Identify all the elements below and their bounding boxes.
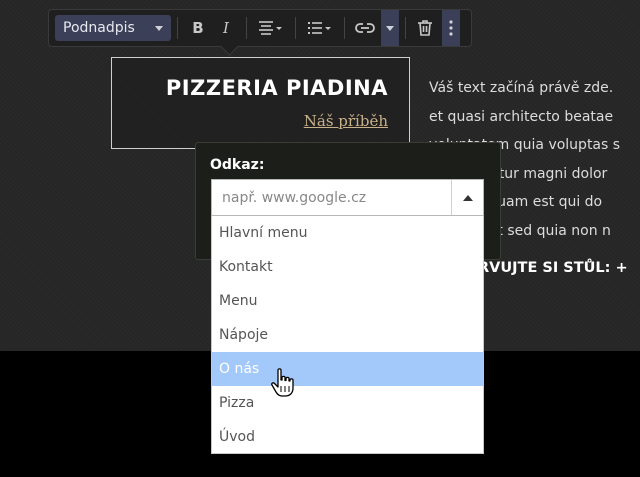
dropdown-item-o-nas[interactable]: O nás — [212, 352, 483, 386]
link-dropdown-list: Hlavní menu Kontakt Menu Nápoje O nás Pi… — [211, 216, 484, 454]
toolbar-divider — [246, 17, 247, 39]
toolbar-divider — [344, 17, 345, 39]
formatting-toolbar: Podnadpis B I — [48, 9, 472, 47]
list-button[interactable] — [302, 15, 338, 41]
delete-button[interactable] — [412, 15, 438, 41]
chevron-down-icon — [155, 25, 163, 31]
trash-icon — [418, 20, 432, 36]
dropdown-item-menu[interactable]: Menu — [212, 284, 483, 318]
toolbar-divider — [405, 17, 406, 39]
body-line: et quasi architecto beatae — [429, 108, 614, 125]
style-select-value: Podnadpis — [63, 20, 135, 36]
hand-cursor-icon — [271, 368, 294, 397]
list-icon — [308, 22, 331, 34]
style-select[interactable]: Podnadpis — [55, 15, 171, 41]
dropdown-toggle[interactable] — [451, 180, 483, 215]
reservation-text: RVUJTE SI STŮL: + — [478, 260, 628, 276]
dropdown-item-pizza[interactable]: Pizza — [212, 386, 483, 420]
dropdown-item-hlavni-menu[interactable]: Hlavní menu — [212, 216, 483, 250]
bold-button[interactable]: B — [184, 15, 212, 41]
chevron-up-icon — [462, 194, 473, 201]
body-line: Váš text začíná právě zde. — [429, 80, 614, 96]
hero-link[interactable]: Náš příběh — [304, 112, 388, 130]
hero-title: PIZZERIA PIADINA — [165, 76, 388, 100]
chevron-down-icon — [386, 25, 394, 31]
dropdown-item-kontakt[interactable]: Kontakt — [212, 250, 483, 284]
link-combobox[interactable] — [211, 179, 484, 216]
dropdown-item-uvod[interactable]: Úvod — [212, 420, 483, 454]
align-button[interactable] — [253, 15, 289, 41]
link-icon — [355, 23, 375, 33]
link-options-button[interactable] — [381, 10, 399, 46]
toolbar-divider — [295, 17, 296, 39]
more-button[interactable] — [442, 10, 460, 46]
link-button[interactable] — [351, 15, 379, 41]
align-icon — [259, 21, 282, 35]
italic-button[interactable]: I — [212, 15, 240, 41]
link-input[interactable] — [212, 180, 451, 215]
more-icon — [449, 20, 453, 36]
hero-box[interactable]: PIZZERIA PIADINA Náš příběh — [111, 57, 410, 149]
link-label: Odkaz: — [210, 157, 265, 173]
toolbar-divider — [177, 17, 178, 39]
dropdown-item-napoje[interactable]: Nápoje — [212, 318, 483, 352]
